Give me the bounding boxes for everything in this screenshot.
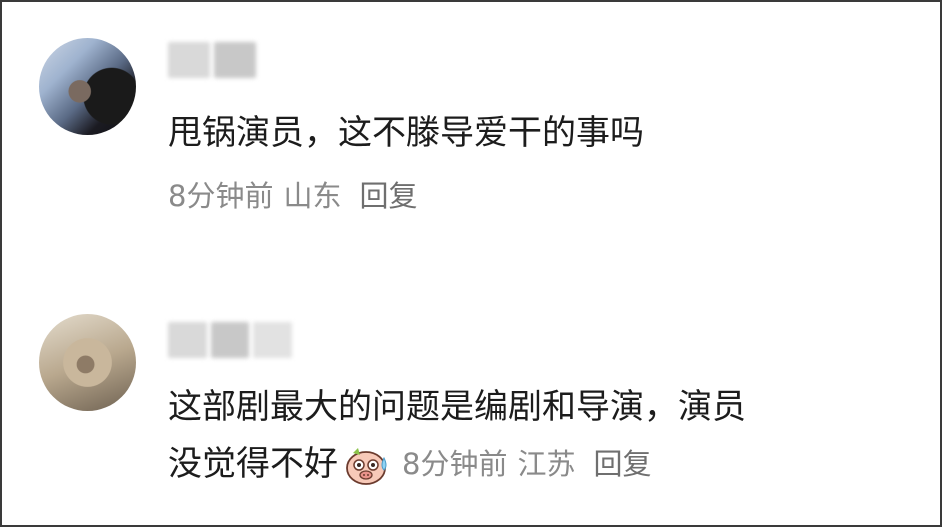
avatar[interactable]	[39, 314, 136, 411]
sweat-smile-pig-icon	[344, 444, 390, 486]
comment-text-line1: 这部剧最大的问题是编剧和导演，演员	[168, 387, 746, 427]
reply-button[interactable]: 回复	[593, 447, 651, 481]
comment-time: 8分钟前	[168, 179, 274, 213]
username-blur-block	[210, 322, 250, 358]
username-blur-block	[253, 322, 293, 358]
username-blurred[interactable]	[168, 42, 256, 78]
reply-button[interactable]: 回复	[359, 179, 417, 213]
comment-text-line2-row: 没觉得不好 8分钟前 江苏 回复	[168, 437, 661, 492]
comment-text: 甩锅演员，这不滕导爱干的事吗	[168, 113, 644, 153]
comment-time: 8分钟前	[402, 447, 508, 481]
username-blur-block	[168, 42, 210, 78]
comment-meta: 8分钟前 山东 回复	[168, 176, 427, 216]
comment-location: 江苏	[517, 447, 576, 481]
comment-location: 山东	[283, 179, 342, 213]
username-blurred[interactable]	[168, 322, 293, 358]
comment-text-line2: 没觉得不好	[168, 444, 338, 484]
avatar[interactable]	[39, 38, 136, 135]
comment-panel: 甩锅演员，这不滕导爱干的事吗 8分钟前 山东 回复 这部剧最大的问题是编剧和导演，演…	[0, 0, 942, 527]
comment-meta: 8分钟前 江苏 回复	[402, 437, 661, 492]
username-blur-block	[168, 322, 207, 358]
username-blur-block	[214, 42, 256, 78]
